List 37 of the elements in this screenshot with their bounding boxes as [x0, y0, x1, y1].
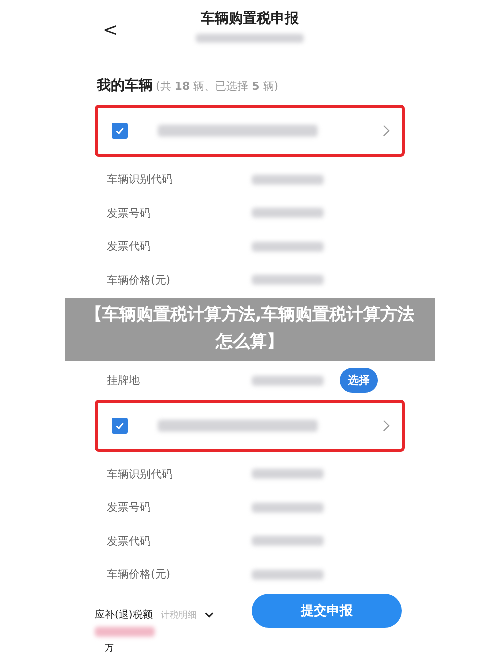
- redacted-value: [252, 275, 324, 286]
- redacted-value: [252, 469, 324, 480]
- chevron-down-icon[interactable]: [204, 612, 214, 618]
- redacted-value: [252, 208, 324, 218]
- redacted-value: [252, 242, 324, 252]
- redacted-amount: [95, 627, 155, 637]
- redacted-value: [252, 174, 324, 185]
- title-banner: 【车辆购置税计算方法,车辆购置税计算方法怎么算】: [65, 298, 435, 361]
- field-label: 发票代码: [107, 534, 152, 549]
- redacted-value: [252, 536, 324, 546]
- chevron-right-icon: [383, 125, 390, 137]
- field-label: 车辆价格(元): [107, 567, 172, 582]
- field-label: 车辆价格(元): [107, 272, 172, 288]
- back-button[interactable]: <: [103, 20, 123, 41]
- field-label: 发票号码: [107, 500, 152, 516]
- select-button[interactable]: 选择: [340, 368, 378, 394]
- chevron-right-icon: [383, 420, 390, 432]
- check-icon: [115, 126, 125, 136]
- section-title: 我的车辆: [97, 77, 153, 95]
- checkbox[interactable]: [112, 418, 128, 434]
- checkbox[interactable]: [112, 123, 128, 139]
- field-label: 发票代码: [107, 239, 152, 254]
- field-label: 车辆识别代码: [107, 172, 174, 188]
- redacted-value: [252, 376, 324, 386]
- page-title: 车辆购置税申报: [201, 10, 299, 28]
- redacted-value: [252, 502, 324, 513]
- vehicle-card[interactable]: [95, 400, 405, 452]
- field-label: 发票号码: [107, 206, 152, 221]
- unit-label: 万: [104, 643, 115, 655]
- tax-label: 应补(退)税额: [95, 608, 153, 622]
- vehicle-count: (共 18 辆、已选择 5 辆): [156, 79, 279, 94]
- check-icon: [115, 420, 125, 430]
- vehicle-card[interactable]: [95, 105, 405, 157]
- field-label: 车辆识别代码: [107, 466, 174, 482]
- submit-button[interactable]: 提交申报: [252, 594, 402, 628]
- redacted-value: [252, 570, 324, 580]
- field-label: 挂牌地: [107, 373, 141, 388]
